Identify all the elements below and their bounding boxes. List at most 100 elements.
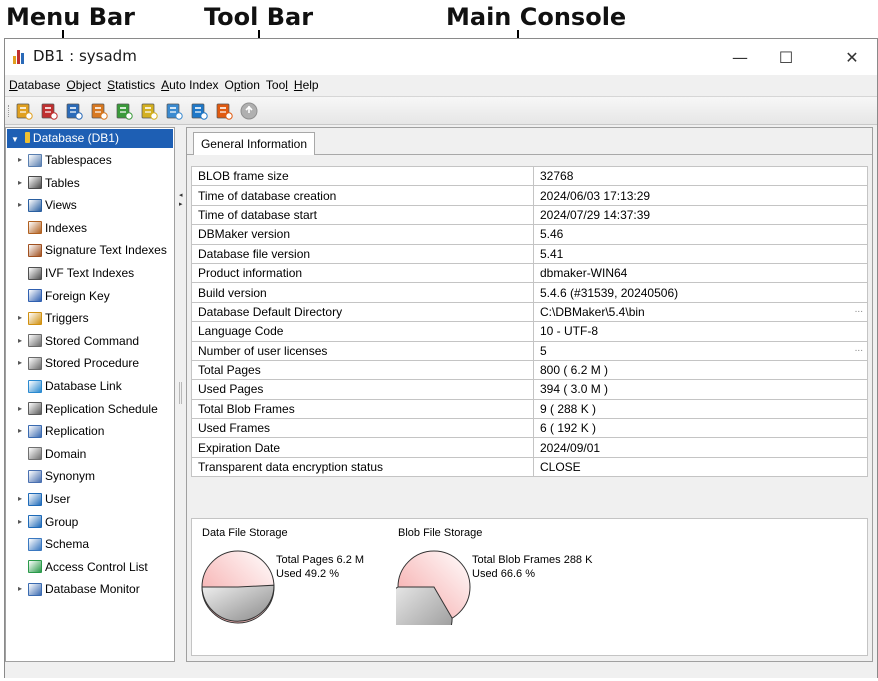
load-icon[interactable]: [115, 102, 133, 120]
data-used-percent: Used 49.2 %: [276, 568, 339, 580]
property-value-text: 2024/07/29 14:37:39: [540, 207, 651, 222]
settings-icon[interactable]: [165, 102, 183, 120]
tree-item-label: Access Control List: [45, 559, 148, 574]
property-label: Number of user licenses: [191, 340, 534, 361]
tree-item-replication[interactable]: ▸ Replication: [18, 421, 104, 441]
expand-arrow-icon[interactable]: ▸: [18, 173, 28, 193]
replication-schedule-icon: [28, 402, 42, 416]
tree-item-label: Database Link: [45, 379, 122, 393]
property-label: Time of database creation: [191, 185, 534, 206]
minimize-button[interactable]: —: [717, 39, 763, 75]
menu-auto-index[interactable]: Auto Index: [161, 78, 218, 92]
minimize-icon: —: [732, 47, 748, 67]
stop-database-icon[interactable]: [40, 102, 58, 120]
tree-item-triggers[interactable]: ▸ Triggers: [18, 308, 89, 328]
tree-item-label: Indexes: [45, 220, 88, 235]
expand-arrow-icon[interactable]: ▸: [18, 331, 28, 351]
expand-arrow-icon[interactable]: ▸: [18, 195, 28, 215]
tree-item-label: Synonym: [45, 469, 96, 484]
table-row: Product information dbmaker-WIN64: [191, 262, 868, 284]
menu-option[interactable]: Option: [225, 78, 260, 92]
menu-database[interactable]: Database: [9, 78, 60, 92]
tree-item-replication-schedule[interactable]: ▸ Replication Schedule: [18, 399, 158, 419]
edit-icon[interactable]: [90, 102, 108, 120]
tree-item-synonym[interactable]: Synonym: [18, 466, 95, 486]
pane-splitter[interactable]: ◂ ▸: [176, 127, 185, 662]
property-value: 394 ( 3.0 M ): [533, 379, 868, 400]
tree-item-group[interactable]: ▸ Group: [18, 512, 78, 532]
tree-item-label: Replication Schedule: [45, 401, 158, 416]
tree-item-signature-text-indexes[interactable]: Signature Text Indexes: [18, 240, 167, 260]
more-button[interactable]: ...: [855, 304, 863, 315]
expand-arrow-icon[interactable]: ▸: [18, 512, 28, 532]
tree-item-schema[interactable]: Schema: [18, 534, 89, 554]
expand-arrow-icon[interactable]: ▸: [18, 579, 28, 599]
table-wizard-icon[interactable]: [65, 102, 83, 120]
menu-tool[interactable]: Tool: [266, 78, 288, 92]
tree-item-database-link[interactable]: Database Link: [18, 376, 122, 396]
blob-storage-pie: [396, 550, 471, 625]
tree-item-label: Schema: [45, 537, 90, 552]
lock-database-icon[interactable]: [215, 102, 233, 120]
tree-item-label: Tables: [45, 175, 80, 190]
tree-item-label: Database Monitor: [45, 582, 140, 597]
expand-arrow-icon[interactable]: ▸: [18, 421, 28, 441]
property-label: Time of database start: [191, 204, 534, 226]
start-database-icon[interactable]: [15, 102, 33, 120]
expand-arrow-icon[interactable]: ▸: [18, 489, 28, 509]
tree-item-stored-procedure[interactable]: ▸ Stored Procedure: [18, 353, 139, 373]
menu-statistics[interactable]: Statistics: [107, 78, 155, 92]
property-value: C:\DBMaker\5.4\bin...: [533, 301, 868, 323]
database-icon: [24, 132, 30, 143]
menu-object[interactable]: Object: [66, 78, 101, 92]
property-value-text: 5: [540, 343, 547, 358]
tab-general-information[interactable]: General Information: [193, 132, 315, 155]
tree-item-stored-command[interactable]: ▸ Stored Command: [18, 331, 139, 351]
data-used-slice: [201, 584, 275, 622]
blob-used-percent: Used 66.6 %: [472, 568, 535, 580]
property-value: dbmaker-WIN64: [533, 262, 868, 284]
database-link-icon: [28, 379, 42, 393]
tree-item-tablespaces[interactable]: ▸ Tablespaces: [18, 150, 112, 170]
expand-arrow-icon[interactable]: ▸: [18, 353, 28, 373]
disabled-icon[interactable]: [240, 102, 258, 120]
tree-item-views[interactable]: ▸ Views: [18, 195, 77, 215]
tree-item-database-monitor[interactable]: ▸ Database Monitor: [18, 579, 140, 599]
expand-arrow-icon[interactable]: ▸: [18, 399, 28, 419]
tree-item-ivf-text-indexes[interactable]: IVF Text Indexes: [18, 263, 134, 283]
tree-item-tables[interactable]: ▸ Tables: [18, 173, 80, 193]
close-button[interactable]: ✕: [829, 39, 875, 75]
property-value-text: 5.46: [540, 227, 564, 242]
toolbar-grip[interactable]: [8, 105, 10, 117]
tree-item-indexes[interactable]: Indexes: [18, 218, 87, 238]
menu-help[interactable]: Help: [294, 78, 319, 92]
tree-item-domain[interactable]: Domain: [18, 444, 86, 464]
tablespaces-icon: [28, 153, 42, 167]
indexes-icon: [28, 221, 42, 235]
ivf-text-index-icon: [28, 266, 42, 280]
query-icon[interactable]: [190, 102, 208, 120]
splitter-grip[interactable]: [179, 382, 182, 404]
more-button[interactable]: ...: [855, 343, 863, 354]
tree-item-foreign-key[interactable]: Foreign Key: [18, 286, 110, 306]
collapse-left-arrow-icon[interactable]: ◂: [179, 191, 183, 199]
property-value-text: CLOSE: [540, 460, 581, 475]
property-value-text: 800 ( 6.2 M ): [540, 363, 609, 378]
maximize-button[interactable]: ☐: [763, 39, 809, 75]
property-value: 2024/06/03 17:13:29: [533, 185, 868, 206]
refresh-icon[interactable]: [140, 102, 158, 120]
data-total-pages: Total Pages 6.2 M: [276, 554, 365, 566]
tree-item-user[interactable]: ▸ User: [18, 489, 70, 509]
synonym-icon: [28, 469, 42, 483]
tree-root-database[interactable]: ▼ Database (DB1): [7, 129, 173, 148]
replication-icon: [28, 424, 42, 438]
table-row: BLOB frame size 32768: [191, 165, 868, 187]
tree-item-label: Foreign Key: [45, 288, 110, 303]
expand-arrow-icon[interactable]: ▸: [18, 150, 28, 170]
property-label: Total Pages: [191, 359, 534, 381]
main-console: General Information BLOB frame size 32768…: [186, 127, 873, 662]
collapse-right-arrow-icon[interactable]: ▸: [179, 200, 183, 208]
expand-arrow-icon[interactable]: ▸: [18, 308, 28, 328]
table-row: Used Pages 394 ( 3.0 M ): [191, 379, 868, 400]
tree-item-access-control-list[interactable]: Access Control List: [18, 557, 148, 577]
